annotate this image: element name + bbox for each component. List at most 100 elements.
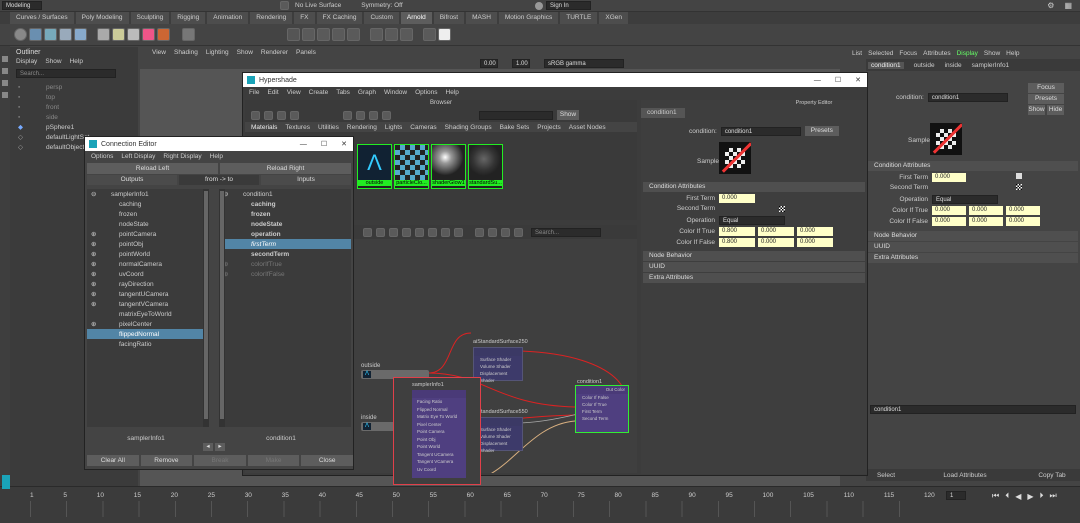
paint-tool-icon[interactable] bbox=[2, 80, 8, 86]
port-volume-shader[interactable]: Volume Shader bbox=[474, 433, 522, 440]
outliner-menu-show[interactable]: Show bbox=[45, 58, 61, 65]
browser-tool-icon[interactable] bbox=[369, 110, 378, 120]
move-tool-icon[interactable] bbox=[2, 92, 8, 98]
camera-icon[interactable] bbox=[127, 28, 140, 41]
node-sampler[interactable]: Facing Ratio Flipped Normal Matrix Eye T… bbox=[412, 390, 466, 478]
symmetry-label[interactable]: Symmetry: Off bbox=[361, 2, 402, 9]
pe-section-uuid[interactable]: UUID bbox=[643, 262, 865, 272]
shelf-tab[interactable]: Sculpting bbox=[130, 12, 170, 24]
step-forward-icon[interactable]: ⏵ bbox=[1040, 491, 1044, 501]
node-condition[interactable]: Out Color Color If False Color If True F… bbox=[575, 385, 629, 433]
ae-load-attributes-button[interactable]: Load Attributes bbox=[906, 472, 1024, 479]
list-item[interactable]: frozen bbox=[219, 209, 351, 219]
ce-menu-help[interactable]: Help bbox=[210, 153, 223, 160]
viewport-menu-show[interactable]: Show bbox=[237, 49, 253, 56]
browser-tab[interactable]: Rendering bbox=[347, 124, 377, 131]
node-std1[interactable]: Surface Shader Volume Shader Displacemen… bbox=[473, 347, 523, 383]
list-item[interactable]: ▪ front bbox=[18, 102, 138, 112]
exposure-field[interactable]: 0.00 bbox=[480, 58, 498, 68]
ae-tab-active[interactable]: condition1 bbox=[868, 61, 904, 69]
list-item[interactable]: ⊕ pointObj bbox=[87, 239, 209, 249]
browser-tool-icon[interactable] bbox=[343, 110, 352, 120]
shelf-tab[interactable]: FX Caching bbox=[316, 12, 363, 24]
minimize-icon[interactable]: — bbox=[300, 141, 307, 148]
pe-section-extra[interactable]: Extra Attributes bbox=[643, 273, 865, 283]
pe-presets-button[interactable]: Presets bbox=[804, 126, 839, 136]
shelf-tab[interactable]: Animation bbox=[207, 12, 249, 24]
map-button-icon[interactable] bbox=[1016, 184, 1022, 190]
port-point-obj[interactable]: Point Obj bbox=[412, 436, 466, 444]
shelf-tab[interactable]: Bifrost bbox=[433, 12, 465, 24]
list-item[interactable]: nodeState bbox=[87, 219, 209, 229]
make-button[interactable]: Make bbox=[247, 455, 300, 466]
shelf-tab[interactable]: Motion Graphics bbox=[498, 12, 559, 24]
list-item[interactable]: ⊕ colorIfTrue bbox=[219, 259, 351, 269]
live-surface-label[interactable]: No Live Surface bbox=[295, 2, 341, 9]
hs-menu-edit[interactable]: Edit bbox=[267, 89, 278, 96]
map-button-icon[interactable] bbox=[779, 205, 785, 212]
play-forward-icon[interactable]: ▶ bbox=[1027, 492, 1033, 501]
close-icon[interactable]: ✕ bbox=[855, 76, 861, 84]
remove-button[interactable]: Remove bbox=[140, 455, 193, 466]
port-out-color[interactable]: Out Color bbox=[576, 386, 628, 394]
user-icon[interactable] bbox=[535, 1, 543, 10]
port-point-world[interactable]: Point World bbox=[412, 443, 466, 451]
list-item-selected[interactable]: firstTerm bbox=[219, 239, 351, 249]
lasso-tool-icon[interactable] bbox=[2, 68, 8, 74]
cube-icon[interactable] bbox=[29, 28, 42, 41]
viewport-menu-renderer[interactable]: Renderer bbox=[261, 49, 288, 56]
shelf-tab[interactable]: XGen bbox=[599, 12, 629, 24]
port-point-camera[interactable]: Point Camera bbox=[412, 428, 466, 436]
ae-select-button[interactable]: Select bbox=[866, 472, 906, 479]
hs-menu-help[interactable]: Help bbox=[446, 89, 459, 96]
snap-point-icon[interactable] bbox=[317, 28, 330, 41]
pe-section-node-behavior[interactable]: Node Behavior bbox=[643, 251, 865, 261]
pe-color-false-b[interactable]: 0.000 bbox=[797, 238, 833, 247]
ae-section-extra[interactable]: Extra Attributes bbox=[868, 253, 1078, 263]
hs-menu-window[interactable]: Window bbox=[384, 89, 407, 96]
outliner-menu-help[interactable]: Help bbox=[70, 58, 83, 65]
time-slider[interactable]: 1 5 10 15 20 25 30 35 40 45 50 55 60 65 … bbox=[0, 475, 1080, 523]
viewport-menu-shading[interactable]: Shading bbox=[174, 49, 198, 56]
gamma-field[interactable]: 1.00 bbox=[512, 58, 530, 68]
ae-section-node-behavior[interactable]: Node Behavior bbox=[868, 231, 1078, 241]
list-item[interactable]: ⊖ samplerInfo1 bbox=[87, 189, 209, 199]
pe-color-true-b[interactable]: 0.000 bbox=[797, 227, 833, 236]
ce-menu-right-display[interactable]: Right Display bbox=[163, 153, 201, 160]
close-icon[interactable]: ✕ bbox=[341, 140, 347, 148]
ae-menu-focus[interactable]: Focus bbox=[899, 50, 917, 57]
list-item[interactable]: ▪ persp bbox=[18, 82, 138, 92]
port-first-term[interactable]: First Term bbox=[576, 408, 628, 415]
plane-icon[interactable] bbox=[74, 28, 87, 41]
ae-focus-button[interactable]: Focus bbox=[1028, 83, 1064, 93]
port-flipped-normal[interactable]: Flipped Normal bbox=[412, 406, 466, 414]
port-uv-coord[interactable]: Uv Coord bbox=[412, 466, 466, 474]
ae-hide-button[interactable]: Hide bbox=[1047, 105, 1064, 115]
port-color-if-true[interactable]: Color If True bbox=[576, 401, 628, 408]
list-item[interactable]: ⊕ pixelCenter bbox=[87, 319, 209, 329]
list-item-selected[interactable]: flippedNormal bbox=[87, 329, 209, 339]
ae-menu-selected[interactable]: Selected bbox=[868, 50, 893, 57]
maximize-icon[interactable]: ☐ bbox=[835, 76, 841, 84]
list-item[interactable]: ⊕ rayDirection bbox=[87, 279, 209, 289]
viewport-menu-panels[interactable]: Panels bbox=[296, 49, 316, 56]
pe-color-true-r[interactable]: 0.800 bbox=[719, 227, 755, 236]
browser-tab[interactable]: Textures bbox=[285, 124, 310, 131]
browser-tab-active[interactable]: Materials bbox=[251, 124, 277, 131]
maximize-icon[interactable]: ☐ bbox=[321, 140, 327, 148]
browser-tool-icon[interactable] bbox=[382, 110, 391, 120]
material-swatch[interactable]: standardSu... bbox=[468, 144, 503, 189]
list-item[interactable]: ⊕ uvCoord bbox=[87, 269, 209, 279]
browser-tab[interactable]: Projects bbox=[537, 124, 560, 131]
pe-section-condition[interactable]: Condition Attributes bbox=[643, 182, 865, 192]
select-tool-icon[interactable] bbox=[2, 56, 8, 62]
hs-menu-tabs[interactable]: Tabs bbox=[336, 89, 350, 96]
viewport-menu-lighting[interactable]: Lighting bbox=[206, 49, 229, 56]
shelf-tab[interactable]: Curves / Surfaces bbox=[10, 12, 74, 24]
browser-tool-icon[interactable] bbox=[277, 110, 286, 120]
close-button[interactable]: Close bbox=[301, 455, 353, 466]
ae-menu-attributes[interactable]: Attributes bbox=[923, 50, 950, 57]
hs-menu-create[interactable]: Create bbox=[309, 89, 329, 96]
shader-icon[interactable] bbox=[142, 28, 155, 41]
material-swatch[interactable]: particleClo... bbox=[394, 144, 429, 189]
